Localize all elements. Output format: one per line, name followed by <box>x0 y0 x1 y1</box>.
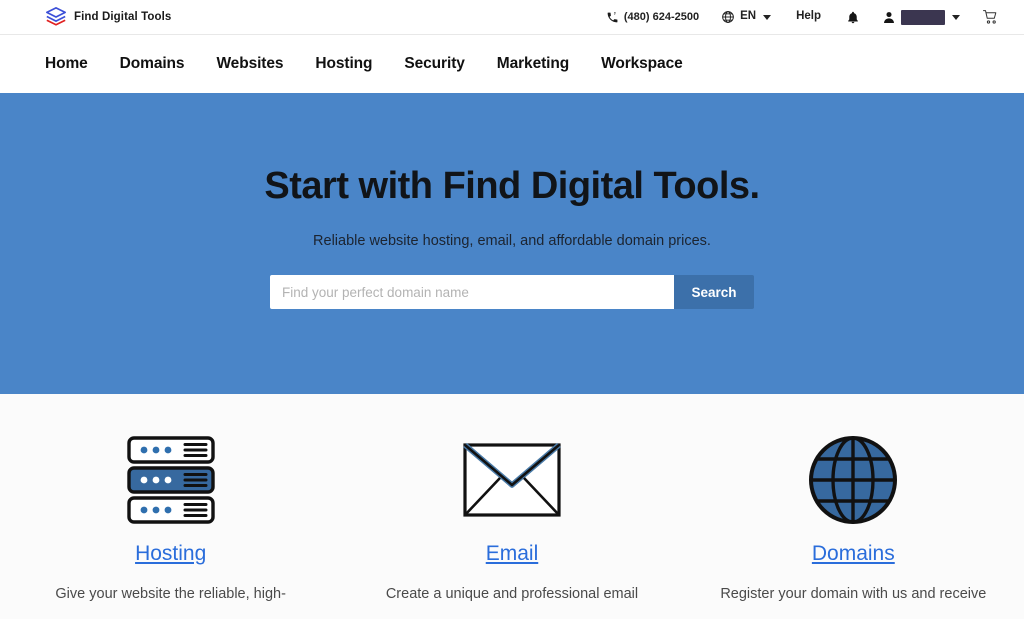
account-name-redacted <box>901 9 945 25</box>
search-button[interactable]: Search <box>674 275 754 309</box>
feature-description-email: Create a unique and professional email <box>385 586 639 603</box>
phone-number-item[interactable]: (480) 624-2500 <box>595 11 710 24</box>
phone-number-label: (480) 624-2500 <box>623 10 700 23</box>
feature-link-hosting[interactable]: Hosting <box>135 542 206 565</box>
language-selector[interactable]: EN <box>710 10 782 24</box>
language-label: EN <box>740 10 757 23</box>
nav-item-workspace[interactable]: Workspace <box>601 55 683 73</box>
layers-stack-icon <box>45 6 67 28</box>
hero-section: Start with Find Digital Tools. Reliable … <box>0 93 1024 394</box>
hero-subtitle: Reliable website hosting, email, and aff… <box>313 233 711 249</box>
domain-search-form: Search <box>270 275 754 309</box>
feature-link-email[interactable]: Email <box>486 542 539 565</box>
nav-item-hosting[interactable]: Hosting <box>315 55 372 73</box>
page-title: Start with Find Digital Tools. <box>264 165 760 207</box>
chevron-down-icon <box>763 14 772 20</box>
brand-name: Find Digital Tools <box>74 11 172 23</box>
top-header: Find Digital Tools (480) 624-2500 EN Hel… <box>0 0 1024 35</box>
nav-item-domains[interactable]: Domains <box>120 55 185 73</box>
feature-link-domains[interactable]: Domains <box>812 542 895 565</box>
help-link[interactable]: Help <box>782 11 835 23</box>
nav-item-websites[interactable]: Websites <box>216 55 283 73</box>
phone-icon <box>606 11 619 24</box>
nav-item-marketing[interactable]: Marketing <box>497 55 569 73</box>
cart-button[interactable] <box>971 9 1010 25</box>
brand-logo-link[interactable]: Find Digital Tools <box>45 6 171 28</box>
server-rack-icon <box>125 432 217 528</box>
help-label: Help <box>796 10 821 23</box>
feature-description-domains: Register your domain with us and receive <box>720 586 987 603</box>
person-icon <box>882 10 896 25</box>
domain-search-input[interactable] <box>270 275 674 309</box>
nav-item-home[interactable]: Home <box>45 55 88 73</box>
feature-card-email: Email Create a unique and professional e… <box>341 432 682 619</box>
header-utility-group: (480) 624-2500 EN Help <box>595 9 1010 25</box>
chevron-down-icon <box>952 14 960 20</box>
feature-description-hosting: Give your website the reliable, high- <box>55 586 286 603</box>
feature-card-hosting: Hosting Give your website the reliable, … <box>0 432 341 619</box>
bell-icon <box>846 10 860 25</box>
feature-card-domains: Domains Register your domain with us and… <box>683 432 1024 619</box>
nav-item-security[interactable]: Security <box>404 55 464 73</box>
account-menu[interactable] <box>871 9 971 25</box>
features-section: Hosting Give your website the reliable, … <box>0 394 1024 619</box>
envelope-icon <box>462 432 562 528</box>
notifications-button[interactable] <box>835 10 871 25</box>
cart-icon <box>982 9 999 25</box>
globe-icon <box>721 10 735 24</box>
globe-icon <box>807 432 899 528</box>
main-navigation: Home Domains Websites Hosting Security M… <box>0 35 1024 93</box>
